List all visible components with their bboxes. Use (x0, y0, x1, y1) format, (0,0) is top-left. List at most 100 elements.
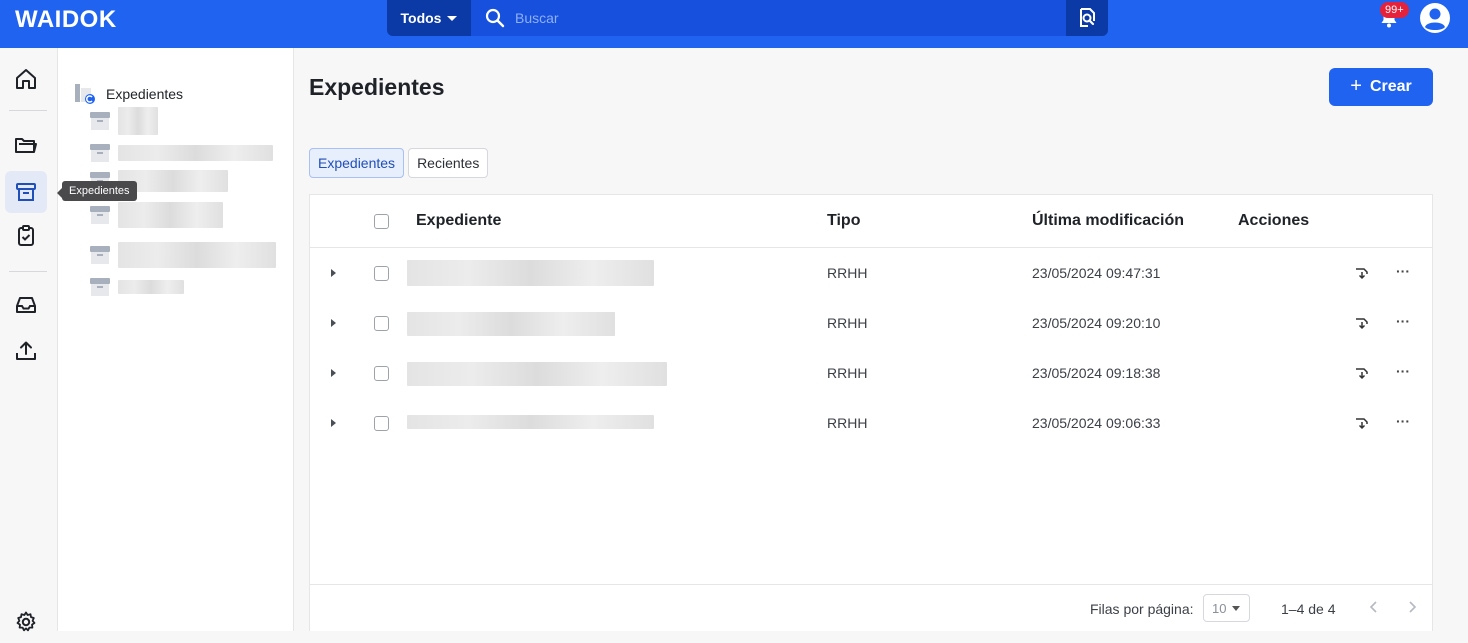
more-actions-icon[interactable]: ··· (1396, 263, 1410, 279)
archive-box-icon (16, 183, 36, 201)
tree-item[interactable] (90, 276, 184, 298)
table-row[interactable]: RRHH 23/05/2024 09:18:38 ··· (310, 349, 1432, 399)
table-pagination: Filas por página: 10 1–4 de 4 (310, 584, 1432, 632)
cell-tipo: RRHH (827, 365, 868, 381)
expand-row-icon[interactable] (331, 419, 336, 427)
more-actions-icon[interactable]: ··· (1396, 313, 1410, 329)
column-header-modificacion[interactable]: Última modificación (1032, 212, 1184, 230)
rail-divider (9, 271, 47, 272)
archive-box-icon (90, 144, 110, 162)
rail-item-settings[interactable] (5, 601, 47, 643)
archive-box-icon (90, 112, 110, 130)
cell-modificacion: 23/05/2024 09:18:38 (1032, 365, 1161, 381)
cell-tipo: RRHH (827, 415, 868, 431)
app-logo[interactable]: WAIDOK (15, 6, 117, 34)
rail-item-expedientes[interactable] (5, 171, 47, 213)
search-icon (485, 8, 505, 28)
inbox-icon (16, 297, 36, 313)
assign-document-icon[interactable] (1354, 414, 1370, 432)
tree-item[interactable] (90, 107, 158, 135)
redacted-label (118, 145, 273, 161)
row-checkbox[interactable] (374, 366, 389, 381)
next-page-button[interactable] (1402, 597, 1422, 617)
view-tabs: Expedientes Recientes (309, 148, 489, 178)
redacted-label (118, 280, 184, 294)
chevron-left-icon (1369, 601, 1377, 613)
column-header-tipo[interactable]: Tipo (827, 212, 860, 230)
row-checkbox[interactable] (374, 316, 389, 331)
more-actions-icon[interactable]: ··· (1396, 363, 1410, 379)
chevron-down-icon (447, 15, 458, 21)
redacted-label (118, 202, 223, 228)
search-input[interactable] (515, 6, 1055, 30)
redacted-expediente-name (407, 362, 667, 386)
redacted-expediente-name (407, 415, 654, 429)
cell-modificacion: 23/05/2024 09:20:10 (1032, 315, 1161, 331)
redacted-label (118, 242, 276, 268)
tab-expedientes[interactable]: Expedientes (309, 148, 405, 178)
page-title: Expedientes (309, 74, 445, 100)
expand-row-icon[interactable] (331, 269, 336, 277)
rail-divider (9, 110, 47, 111)
search-bar: Todos (387, 0, 1108, 36)
plus-icon: + (1350, 74, 1362, 97)
document-search-icon (1080, 8, 1095, 27)
user-avatar-icon[interactable] (1419, 2, 1451, 34)
cell-tipo: RRHH (827, 265, 868, 281)
previous-page-button[interactable] (1364, 597, 1384, 617)
tree-root-label: Expedientes (106, 86, 184, 102)
tree-item[interactable] (90, 202, 223, 228)
search-scope-select[interactable]: Todos (387, 0, 471, 36)
assign-document-icon[interactable] (1354, 264, 1370, 282)
expand-row-icon[interactable] (331, 369, 336, 377)
rows-per-page-label: Filas por página: (1090, 601, 1194, 617)
rows-per-page-select[interactable]: 10 (1203, 594, 1250, 622)
notification-badge: 99+ (1380, 2, 1409, 18)
upload-icon (16, 341, 36, 360)
top-bar: WAIDOK Todos 99+ (0, 0, 1468, 48)
archive-box-icon (90, 246, 110, 264)
rail-item-inbox[interactable] (5, 284, 47, 326)
rail-tooltip: Expedientes (57, 181, 137, 201)
rail-item-upload[interactable] (5, 330, 47, 372)
rail-item-tasks[interactable] (5, 215, 47, 257)
create-button[interactable]: + Crear (1329, 68, 1433, 106)
column-header-acciones: Acciones (1238, 212, 1310, 229)
rail-item-folders[interactable] (5, 124, 47, 166)
row-checkbox[interactable] (374, 416, 389, 431)
clipboard-check-icon (18, 225, 34, 246)
assign-document-icon[interactable] (1354, 364, 1370, 382)
table-row[interactable]: RRHH 23/05/2024 09:47:31 ··· (310, 249, 1432, 299)
tree-root-expedientes[interactable]: Expedientes (74, 82, 183, 106)
table-row[interactable]: RRHH 23/05/2024 09:06:33 ··· (310, 399, 1432, 449)
tab-recientes[interactable]: Recientes (408, 148, 489, 178)
home-icon (16, 69, 36, 89)
rail-item-home[interactable] (5, 58, 47, 100)
tree-item[interactable] (90, 142, 273, 164)
assign-document-icon[interactable] (1354, 314, 1370, 332)
select-all-checkbox[interactable] (374, 214, 389, 229)
redacted-expediente-name (407, 260, 654, 286)
table-row[interactable]: RRHH 23/05/2024 09:20:10 ··· (310, 299, 1432, 349)
create-button-label: Crear (1369, 78, 1412, 95)
archive-root-icon (75, 84, 95, 104)
rows-per-page-value: 10 (1212, 600, 1227, 616)
archive-box-icon (90, 278, 110, 296)
navigation-rail (0, 48, 58, 632)
archive-box-icon (90, 206, 110, 224)
cell-tipo: RRHH (827, 315, 868, 331)
cell-modificacion: 23/05/2024 09:47:31 (1032, 265, 1161, 281)
row-checkbox[interactable] (374, 266, 389, 281)
tree-item[interactable] (90, 242, 276, 268)
expand-row-icon[interactable] (331, 319, 336, 327)
redacted-label (118, 107, 158, 135)
folders-icon (15, 138, 37, 153)
column-header-expediente[interactable]: Expediente (416, 212, 501, 230)
advanced-search-button[interactable] (1066, 0, 1108, 36)
gear-icon (16, 611, 36, 632)
search-scope-label: Todos (400, 10, 442, 26)
redacted-expediente-name (407, 312, 615, 336)
pagination-range: 1–4 de 4 (1281, 601, 1336, 617)
more-actions-icon[interactable]: ··· (1396, 413, 1410, 429)
chevron-down-icon (1232, 605, 1241, 611)
